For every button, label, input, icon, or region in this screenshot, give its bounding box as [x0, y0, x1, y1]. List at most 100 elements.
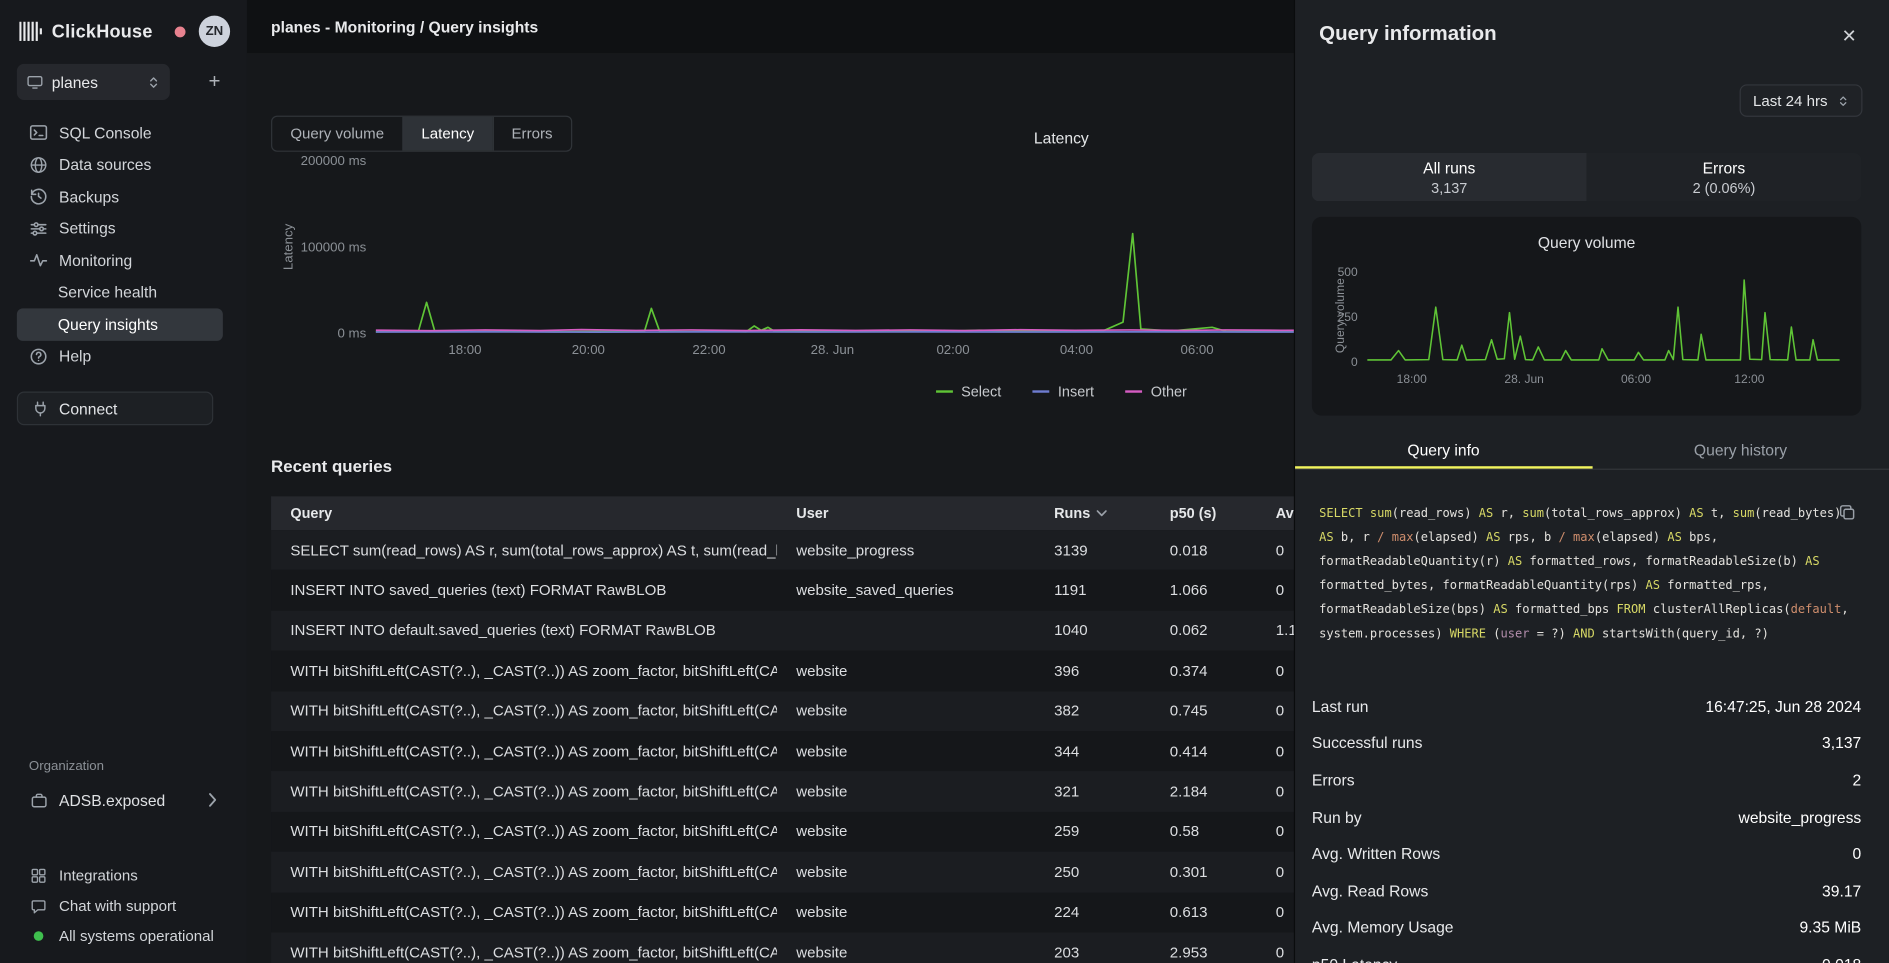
close-icon[interactable]: ✕: [1834, 20, 1865, 51]
sidebar-item-settings[interactable]: Settings: [17, 213, 223, 245]
legend-insert[interactable]: Insert: [1033, 383, 1094, 400]
detail-value: 3,137: [1822, 734, 1861, 752]
workspace-selector[interactable]: planes: [17, 64, 170, 100]
brand-name: ClickHouse: [52, 21, 153, 41]
copy-icon[interactable]: [1838, 501, 1860, 523]
cell-p50: 1.066: [1150, 582, 1256, 599]
table-row[interactable]: WITH bitShiftLeft(CAST(?..), _CAST(?..))…: [271, 812, 1391, 852]
cell-runs: 1191: [1035, 582, 1151, 599]
service-icon: [27, 73, 44, 90]
sidebar-item-chat-support[interactable]: Chat with support: [0, 890, 247, 920]
legend-other[interactable]: Other: [1125, 383, 1186, 400]
cell-user: website: [777, 904, 1035, 921]
cell-user: website: [777, 823, 1035, 840]
detail-row: Last run16:47:25, Jun 28 2024: [1312, 688, 1861, 725]
tab-query-info[interactable]: Query info: [1295, 432, 1592, 468]
briefcase-icon: [29, 790, 48, 809]
legend-label: Select: [961, 383, 1001, 400]
status-ok-icon: [34, 931, 44, 941]
table-row[interactable]: INSERT INTO default.saved_queries (text)…: [271, 611, 1391, 651]
connect-button[interactable]: Connect: [17, 392, 213, 426]
cell-p50: 2.953: [1150, 944, 1256, 961]
svg-text:18:00: 18:00: [448, 342, 481, 357]
cell-query: WITH bitShiftLeft(CAST(?..), _CAST(?..))…: [271, 904, 777, 921]
column-p50[interactable]: p50 (s): [1150, 505, 1256, 522]
sidebar-item-backups[interactable]: Backups: [17, 181, 223, 213]
column-runs[interactable]: Runs: [1035, 505, 1151, 522]
organization-name: ADSB.exposed: [59, 791, 165, 809]
add-service-button[interactable]: +: [199, 66, 230, 97]
svg-text:02:00: 02:00: [936, 342, 969, 357]
clickhouse-logo-icon: [19, 22, 43, 41]
detail-label: p50 Latency: [1312, 955, 1397, 963]
chevron-up-down-icon: [147, 74, 160, 90]
cell-p50: 0.018: [1150, 542, 1256, 559]
sidebar-item-monitoring[interactable]: Monitoring: [17, 245, 223, 277]
stat-errors[interactable]: Errors 2 (0.06%): [1587, 153, 1862, 201]
sidebar-nav: SQL Console Data sources Backups: [0, 117, 247, 372]
time-range-value: Last 24 hrs: [1753, 92, 1828, 109]
cell-user: website: [777, 662, 1035, 679]
query-volume-card: Query volume Query volume 025050018:0028…: [1312, 217, 1861, 416]
table-row[interactable]: WITH bitShiftLeft(CAST(?..), _CAST(?..))…: [271, 731, 1391, 771]
plug-icon: [30, 399, 49, 418]
cell-query: WITH bitShiftLeft(CAST(?..), _CAST(?..))…: [271, 864, 777, 881]
sidebar-item-label: Backups: [59, 188, 119, 206]
detail-row: Errors2: [1312, 762, 1861, 799]
avatar[interactable]: ZN: [199, 16, 230, 47]
table-row[interactable]: WITH bitShiftLeft(CAST(?..), _CAST(?..))…: [271, 852, 1391, 892]
table-row[interactable]: INSERT INTO saved_queries (text) FORMAT …: [271, 570, 1391, 610]
sliders-icon: [29, 219, 48, 238]
column-query[interactable]: Query: [271, 505, 777, 522]
sidebar-item-help[interactable]: Help: [17, 340, 223, 372]
svg-text:250: 250: [1338, 310, 1358, 324]
chevron-right-icon: [208, 793, 218, 807]
table-row[interactable]: WITH bitShiftLeft(CAST(?..), _CAST(?..))…: [271, 771, 1391, 811]
cell-query: WITH bitShiftLeft(CAST(?..), _CAST(?..))…: [271, 823, 777, 840]
stat-label: Errors: [1703, 158, 1746, 176]
detail-label: Last run: [1312, 697, 1369, 715]
cell-runs: 382: [1035, 703, 1151, 720]
sql-code: SELECT sum(read_rows) AS r, sum(total_ro…: [1319, 489, 1862, 647]
legend-select[interactable]: Select: [936, 383, 1001, 400]
table-row[interactable]: WITH bitShiftLeft(CAST(?..), _CAST(?..))…: [271, 892, 1391, 932]
sidebar-item-service-health[interactable]: Service health: [17, 276, 223, 308]
detail-label: Successful runs: [1312, 734, 1423, 752]
table-row[interactable]: WITH bitShiftLeft(CAST(?..), _CAST(?..))…: [271, 691, 1391, 731]
cell-user: website_saved_queries: [777, 582, 1035, 599]
cell-runs: 203: [1035, 944, 1151, 961]
sidebar-item-data-sources[interactable]: Data sources: [17, 149, 223, 181]
detail-label: Avg. Memory Usage: [1312, 918, 1454, 936]
stat-all-runs[interactable]: All runs 3,137: [1312, 153, 1587, 201]
svg-text:04:00: 04:00: [1060, 342, 1093, 357]
sidebar-item-sql-console[interactable]: SQL Console: [17, 117, 223, 149]
detail-row: Avg. Memory Usage 9.35 MiB: [1312, 909, 1861, 946]
detail-row: Successful runs 3,137: [1312, 725, 1861, 762]
organization-selector[interactable]: ADSB.exposed: [0, 784, 247, 815]
cell-query: INSERT INTO saved_queries (text) FORMAT …: [271, 582, 777, 599]
workspace-row: planes +: [0, 54, 247, 100]
column-user[interactable]: User: [777, 505, 1035, 522]
tab-query-history[interactable]: Query history: [1592, 432, 1889, 468]
table-row[interactable]: WITH bitShiftLeft(CAST(?..), _CAST(?..))…: [271, 651, 1391, 691]
table-row[interactable]: SELECT sum(read_rows) AS r, sum(total_ro…: [271, 530, 1391, 570]
time-range-select[interactable]: Last 24 hrs: [1740, 84, 1863, 117]
terminal-icon: [29, 123, 48, 142]
detail-value: 9.35 MiB: [1799, 918, 1861, 936]
cell-query: WITH bitShiftLeft(CAST(?..), _CAST(?..))…: [271, 783, 777, 800]
svg-text:12:00: 12:00: [1734, 372, 1764, 386]
sidebar-item-query-insights[interactable]: Query insights: [17, 308, 223, 340]
detail-value: 0.018: [1822, 955, 1861, 963]
mini-chart-title: Query volume: [1312, 217, 1861, 252]
cell-user: website: [777, 703, 1035, 720]
sidebar-item-label: Service health: [58, 283, 157, 301]
sidebar-item-integrations[interactable]: Integrations: [0, 860, 247, 890]
table-row[interactable]: WITH bitShiftLeft(CAST(?..), _CAST(?..))…: [271, 932, 1391, 963]
sidebar-footer: Integrations Chat with support All syste…: [0, 860, 247, 950]
sidebar-item-label: Query insights: [58, 315, 158, 333]
organization-section: Organization ADSB.exposed: [0, 759, 247, 816]
system-status[interactable]: All systems operational: [0, 920, 247, 950]
cell-query: WITH bitShiftLeft(CAST(?..), _CAST(?..))…: [271, 944, 777, 961]
sidebar-item-label: Settings: [59, 220, 116, 238]
detail-row: p50 Latency 0.018: [1312, 946, 1861, 963]
